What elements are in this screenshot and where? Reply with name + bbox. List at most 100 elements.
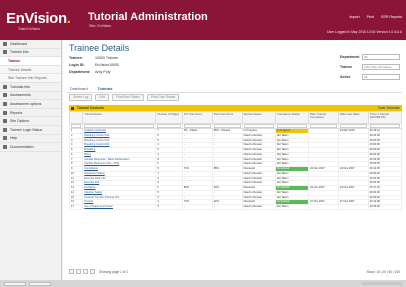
prev-page-button[interactable]: [76, 269, 81, 274]
key-icon: [3, 127, 7, 132]
department-filter-label: Department: [340, 55, 360, 59]
print-link[interactable]: Print: [367, 15, 374, 19]
footer-button[interactable]: [4, 281, 26, 286]
table-cell: -: [211, 204, 243, 210]
column-header[interactable]: Date Tutorial Completed: [307, 111, 339, 124]
column-header[interactable]: [68, 111, 84, 124]
table-cell: -: [181, 204, 213, 210]
trainee-select[interactable]: Arby Poly, All trainee: [362, 64, 400, 70]
print-rect-status-button[interactable]: Print Rect Status: [111, 94, 144, 101]
sidebar-item-site-trainee-info-reports[interactable]: Site Trainee Info Reports: [0, 74, 61, 83]
table-header-row: Tutorial Name Number of Pages Pre Test Sco…: [68, 111, 403, 124]
column-header[interactable]: Post Test Score: [211, 111, 243, 124]
header-links: Import Print SSR Reports: [349, 15, 402, 19]
logo-subtitle: Total EnVision: [18, 27, 41, 31]
column-header[interactable]: Completion Status: [274, 111, 309, 124]
sidebar-item-dashboard[interactable]: Dashboard: [0, 40, 61, 49]
table-row[interactable]: 17 Use of Equipment Power 5- - Need to Revie…: [68, 204, 403, 210]
department-select[interactable]: All: [362, 54, 400, 60]
import-link[interactable]: Import: [349, 15, 359, 19]
document-icon: [3, 144, 7, 149]
column-header[interactable]: Time in Tutorial (HH:MM:SS): [367, 111, 403, 124]
page-size-links[interactable]: Show: 10 | 25 | 50 | 100: [367, 270, 401, 274]
sidebar-item-help[interactable]: Help: [0, 135, 61, 144]
sidebar-item-assessments[interactable]: Assessments: [0, 92, 61, 101]
table-cell: 5: [155, 204, 183, 210]
tutorials-grid: Tutorial Contents Total Tutorials Tutori…: [68, 105, 403, 210]
login-label: Login ID:: [69, 63, 85, 67]
sidebar-item-trainee[interactable]: Trainee: [0, 57, 61, 66]
delete-log-button[interactable]: Delete Log: [69, 94, 93, 101]
column-filter-input[interactable]: [369, 124, 400, 128]
trainee-info: Trainee: 10000 Trainee Login ID: EnVision1…: [69, 56, 119, 77]
sidebar-item-reports[interactable]: Reports: [0, 109, 61, 118]
table-cell[interactable]: Use of Equipment Power: [82, 204, 157, 210]
wrench-icon: [3, 101, 7, 106]
pagination: Showing page 1 of 1: [69, 269, 128, 274]
department-label: Department:: [69, 70, 91, 74]
help-icon: [3, 136, 7, 141]
ssr-reports-link[interactable]: SSR Reports: [381, 15, 402, 19]
sidebar-item-assessment-options[interactable]: Assessment options: [0, 100, 61, 109]
book-icon: [3, 84, 7, 89]
sidebar-item-label: Site Options: [10, 119, 30, 124]
trainee-value: 10000 Trainee: [95, 56, 118, 60]
sidebar-item-site-options[interactable]: Site Options: [0, 117, 61, 126]
sidebar-item-documentation[interactable]: Documentation: [0, 143, 61, 152]
column-filter-input[interactable]: [183, 124, 211, 128]
page-title: Trainee Details: [69, 43, 130, 53]
app-subtitle: Site: EnVision: [89, 24, 112, 28]
user-icon: [3, 50, 7, 55]
footer-button[interactable]: [29, 281, 51, 286]
grid-total-link[interactable]: Total Tutorials: [378, 106, 400, 110]
column-filter-input[interactable]: [71, 124, 82, 128]
sidebar-item-label: Trainee Login Status: [10, 127, 43, 132]
sidebar-item-label: Documentation: [10, 144, 34, 149]
column-header[interactable]: Date Last Taken: [337, 111, 369, 124]
sidebar-item-label: Assessments: [10, 93, 31, 98]
gear-icon: [3, 119, 7, 124]
grid-icon: [71, 106, 74, 110]
column-filter-input[interactable]: [157, 124, 181, 128]
first-page-button[interactable]: [69, 269, 74, 274]
sidebar-item-trainee-info[interactable]: Trainee Info: [0, 49, 61, 58]
footer-bar: [0, 280, 406, 287]
column-filter-input[interactable]: [84, 124, 155, 128]
table-cell: 17: [68, 204, 84, 210]
sidebar-item-label: Assessment options: [10, 101, 42, 106]
sidebar-item-trainee-login-status[interactable]: Trainee Login Status: [0, 126, 61, 135]
tab-divider: [67, 92, 402, 93]
print-card-status-button[interactable]: Print Card Status: [146, 94, 180, 101]
sidebar-nav: Dashboard Trainee Info Trainee Trainee Deta…: [0, 40, 62, 280]
trainee-filter-label: Trainee: [340, 65, 353, 69]
column-header[interactable]: Pre Test Score: [181, 111, 213, 124]
envision-logo[interactable]: EnVision.: [6, 10, 71, 27]
column-filter-input[interactable]: [243, 124, 274, 128]
sidebar-item-trainee-details[interactable]: Trainee Details: [0, 65, 61, 75]
sidebar-item-label: Tutorials Info: [10, 84, 31, 89]
column-filter-input[interactable]: [309, 124, 337, 128]
table-cell: [307, 204, 339, 210]
footer-status: [362, 282, 402, 285]
column-filter-input[interactable]: [339, 124, 367, 128]
page-info: Showing page 1 of 1: [99, 269, 129, 274]
table-cell: Not Taken: [274, 204, 309, 210]
column-filter-input[interactable]: [213, 124, 241, 128]
login-value: EnVision10000: [95, 63, 120, 67]
department-value: Arby Poly: [95, 70, 111, 74]
grid-toolbar: Delete Log Edit Print Rect Status Print …: [69, 94, 180, 101]
column-header[interactable]: Tutorial Name: [82, 111, 157, 124]
edit-button[interactable]: Edit: [95, 94, 109, 101]
column-header[interactable]: Review Status: [241, 111, 276, 124]
last-page-button[interactable]: [90, 269, 95, 274]
column-filter-input[interactable]: [276, 124, 307, 128]
trainee-label: Trainee:: [69, 56, 83, 60]
tutorials-table: Tutorial Name Number of Pages Pre Test Sco…: [68, 111, 403, 210]
sidebar-item-tutorials-info[interactable]: Tutorials Info: [0, 83, 61, 92]
next-page-button[interactable]: [83, 269, 88, 274]
active-select[interactable]: All: [362, 74, 400, 80]
app-title: Tutorial Administration: [88, 11, 208, 23]
sidebar-item-label: Trainee Details: [8, 67, 32, 72]
column-header[interactable]: Number of Pages: [155, 111, 183, 124]
sidebar-item-label: Trainee: [8, 58, 21, 63]
